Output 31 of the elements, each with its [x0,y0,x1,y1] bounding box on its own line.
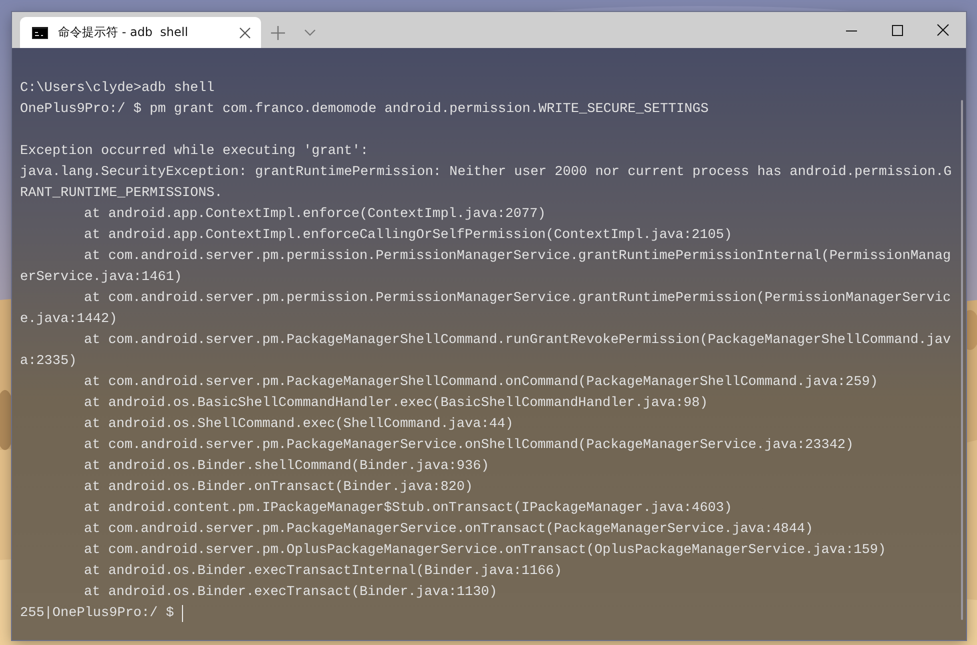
terminal-line: java.lang.SecurityException: grantRuntimePermission: Neither user 2000 nor current process has android.permission.G [20,164,952,182]
tab-title: 命令提示符 - adb shell [58,24,190,41]
terminal-line: at android.os.Binder.execTransact(Binder.java:1130) [84,584,498,602]
terminal-line: OnePlus9Pro:/ $ pm grant com.franco.demomode android.permission.WRITE_SECURE_SETTINGS [20,101,709,119]
shell-prompt: 255|OnePlus9Pro:/ $ [20,605,174,623]
terminal-line: a:2335) [20,353,77,371]
terminal-line: at com.android.server.pm.PackageManagerService.onShellCommand(PackageManagerService.java:23342) [84,437,854,455]
terminal-line: C:\Users\clyde>adb shell [20,80,214,98]
terminal-line: at android.os.Binder.onTransact(Binder.java:820) [84,479,473,497]
terminal-line: RANT_RUNTIME_PERMISSIONS. [20,185,223,203]
terminal-line: at android.os.Binder.shellCommand(Binder.java:936) [84,458,490,476]
terminal-line: at com.android.server.pm.PackageManagerShellCommand.runGrantRevokePermission(PackageManagerShellCommand.jav [84,332,951,350]
terminal-line: at com.android.server.pm.OplusPackageManagerService.onTransact(OplusPackageManagerService.java:159) [84,542,886,560]
terminal-line: at android.content.pm.IPackageManager$Stub.onTransact(IPackageManager.java:4603) [84,500,732,518]
terminal-tab[interactable]: 命令提示符 - adb shell [20,17,261,48]
close-icon[interactable] [239,26,251,38]
terminal-icon [32,26,48,38]
terminal-line: at com.android.server.pm.PackageManagerService.onTransact(PackageManagerService.java:4844) [84,521,814,539]
scrollbar[interactable] [961,100,963,620]
text-cursor [182,605,183,622]
terminal-line: Exception occurred while executing 'grant': [20,143,368,161]
terminal-line: e.java:1442) [20,311,118,329]
terminal-line: at android.os.BasicShellCommandHandler.exec(BasicShellCommandHandler.java:98) [84,395,708,413]
terminal-line: at com.android.server.pm.PackageManagerShellCommand.onCommand(PackageManagerShellCommand.java:259) [84,374,878,392]
terminal-line: at android.app.ContextImpl.enforce(ContextImpl.java:2077) [84,206,546,224]
terminal-line: at com.android.server.pm.permission.PermissionManagerService.grantRuntimePermission(PermissionManagerServic [84,290,951,308]
terminal-line: erService.java:1461) [20,269,182,287]
terminal-line: at android.app.ContextImpl.enforceCallingOrSelfPermission(ContextImpl.java:2105) [84,227,732,245]
terminal-line: at android.os.ShellCommand.exec(ShellCommand.java:44) [84,416,514,434]
terminal-line: at com.android.server.pm.permission.PermissionManagerService.grantRuntimePermissionInternal(PermissionManag [84,248,951,266]
terminal-line: at android.os.Binder.execTransactInternal(Binder.java:1166) [84,563,562,581]
